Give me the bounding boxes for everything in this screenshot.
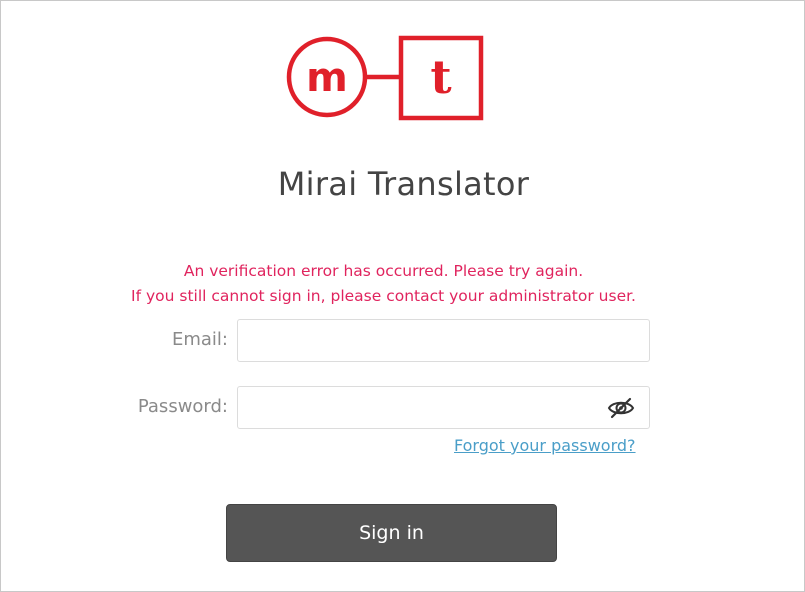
login-page: m t Mirai Translator An verification err… — [0, 0, 805, 592]
error-message: An verification error has occurred. Plea… — [1, 259, 766, 309]
eye-slash-icon — [607, 397, 635, 419]
password-field[interactable] — [237, 386, 650, 429]
logo-letter-t: t — [430, 50, 452, 104]
mirai-translator-logo: m t — [286, 35, 484, 121]
show-password-toggle[interactable] — [604, 393, 638, 423]
sign-in-button[interactable]: Sign in — [226, 504, 557, 562]
page-title: Mirai Translator — [277, 165, 530, 203]
email-label: Email: — [171, 329, 228, 350]
error-message-line: An verification error has occurred. Plea… — [183, 262, 584, 280]
email-field[interactable] — [237, 319, 650, 362]
logo-letter-m: m — [306, 55, 348, 101]
password-label: Password: — [137, 396, 228, 417]
forgot-password-link[interactable]: Forgot your password? — [454, 436, 636, 455]
error-message-line: If you still cannot sign in, please cont… — [131, 287, 636, 305]
